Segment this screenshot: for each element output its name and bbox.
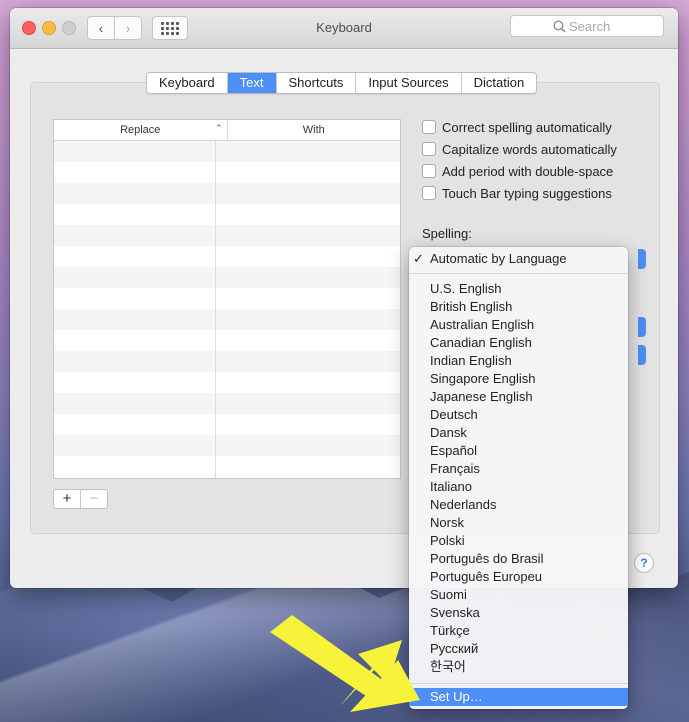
menu-separator [409,683,628,684]
add-button[interactable]: + [54,490,81,508]
help-button[interactable]: ? [634,553,654,573]
menu-item-language[interactable]: 한국어 [409,658,628,676]
menu-item-language[interactable]: Português Europeu [409,568,628,586]
checkbox-touch-bar-suggestions[interactable]: Touch Bar typing suggestions [422,182,617,204]
menu-item-label: Automatic by Language [430,251,567,266]
popup-button-edge[interactable] [638,317,646,337]
checkbox-box[interactable] [422,142,436,156]
tab-dictation[interactable]: Dictation [462,73,537,93]
menu-item-language[interactable]: Norsk [409,514,628,532]
menu-item-language[interactable]: U.S. English [409,280,628,298]
table-row [54,204,400,225]
menu-item-language[interactable]: Australian English [409,316,628,334]
menu-separator [409,273,628,274]
table-row [54,414,400,435]
column-header-with[interactable]: With [228,120,401,140]
table-row [54,456,400,477]
checkbox-box[interactable] [422,164,436,178]
table-row [54,435,400,456]
popup-button-edge[interactable] [638,345,646,365]
tab-bar: Keyboard Text Shortcuts Input Sources Di… [146,72,538,94]
table-row [54,309,400,330]
column-divider [215,141,216,478]
table-row [54,225,400,246]
search-placeholder: Search [569,18,611,34]
table-row [54,183,400,204]
menu-item-language[interactable]: Suomi [409,586,628,604]
checkbox-box[interactable] [422,120,436,134]
menu-item-language[interactable]: Italiano [409,478,628,496]
menu-item-language[interactable]: Español [409,442,628,460]
search-field[interactable]: Search [510,15,664,37]
menu-item-language[interactable]: Français [409,460,628,478]
search-icon [553,20,566,33]
menu-item-language[interactable]: British English [409,298,628,316]
checkbox-label: Capitalize words automatically [442,141,617,157]
menu-item-language[interactable]: Canadian English [409,334,628,352]
table-row [54,267,400,288]
checkbox-correct-spelling[interactable]: Correct spelling automatically [422,116,617,138]
checkbox-label: Touch Bar typing suggestions [442,185,612,201]
menu-item-set-up[interactable]: Set Up… [409,688,628,706]
menu-item-language[interactable]: Polski [409,532,628,550]
table-header: Replace ⌃ With [54,120,400,141]
table-row [54,288,400,309]
menu-item-automatic[interactable]: ✓ Automatic by Language [409,250,628,268]
table-row [54,393,400,414]
table-row [54,372,400,393]
checkbox-add-period[interactable]: Add period with double-space [422,160,617,182]
sort-ascending-icon: ⌃ [214,123,223,133]
popup-button-edge[interactable] [638,249,646,269]
menu-item-language[interactable]: Japanese English [409,388,628,406]
with-column-label: With [302,124,325,136]
spelling-dropdown-menu: ✓ Automatic by Language U.S. English Brit… [409,247,628,709]
tab-shortcuts[interactable]: Shortcuts [277,73,357,93]
text-options: Correct spelling automatically Capitaliz… [422,116,617,204]
checkmark-icon: ✓ [413,251,424,266]
replace-column-label: Replace [120,124,161,136]
tab-keyboard[interactable]: Keyboard [147,73,228,93]
table-row [54,141,400,162]
menu-item-language[interactable]: Indian English [409,352,628,370]
menu-item-language[interactable]: Deutsch [409,406,628,424]
menu-item-language[interactable]: Русский [409,640,628,658]
menu-item-language[interactable]: Svenska [409,604,628,622]
table-rows [54,141,400,478]
table-row [54,162,400,183]
table-row [54,351,400,372]
menu-item-language[interactable]: Dansk [409,424,628,442]
remove-button[interactable]: − [81,490,107,508]
checkbox-label: Add period with double-space [442,163,614,179]
menu-item-language[interactable]: Nederlands [409,496,628,514]
menu-item-language[interactable]: Türkçe [409,622,628,640]
table-row [54,330,400,351]
spelling-label: Spelling: [422,226,472,241]
tab-input-sources[interactable]: Input Sources [356,73,462,93]
menu-item-language[interactable]: Singapore English [409,370,628,388]
title-bar: ‹ › Keyboard Search [10,8,678,49]
tab-text[interactable]: Text [227,73,277,93]
menu-item-language[interactable]: Português do Brasil [409,550,628,568]
table-row [54,246,400,267]
add-remove-control: + − [53,489,108,509]
checkbox-label: Correct spelling automatically [442,119,612,135]
text-replacement-table[interactable]: Replace ⌃ With [53,119,401,479]
checkbox-box[interactable] [422,186,436,200]
checkbox-capitalize-words[interactable]: Capitalize words automatically [422,138,617,160]
column-header-replace[interactable]: Replace ⌃ [54,120,228,140]
